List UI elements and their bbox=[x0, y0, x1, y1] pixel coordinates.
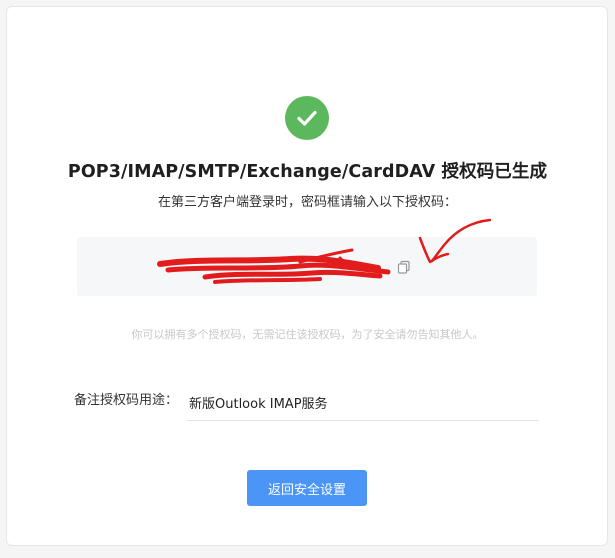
page-title: POP3/IMAP/SMTP/Exchange/CardDAV 授权码已生成 bbox=[67, 162, 548, 182]
security-hint: 你可以拥有多个授权码，无需记住该授权码，为了安全请勿告知其他人。 bbox=[131, 328, 484, 341]
success-check-icon bbox=[285, 96, 329, 140]
remark-input[interactable] bbox=[187, 385, 539, 421]
back-to-security-settings-button[interactable]: 返回安全设置 bbox=[247, 470, 367, 506]
auth-code-box bbox=[77, 237, 537, 296]
remark-label: 备注授权码用途： bbox=[74, 393, 179, 408]
copy-icon[interactable] bbox=[396, 259, 412, 275]
page-subtitle: 在第三方客户端登录时，密码框请输入以下授权码： bbox=[157, 195, 457, 210]
